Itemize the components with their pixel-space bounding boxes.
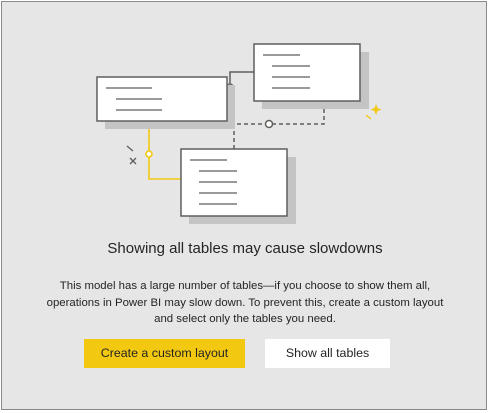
slowdown-warning-dialog: Showing all tables may cause slowdowns T…: [1, 1, 487, 410]
table-relationships-illustration: [96, 43, 382, 224]
table-card-2: [253, 43, 369, 109]
create-custom-layout-button[interactable]: Create a custom layout: [84, 339, 245, 368]
dialog-message-line: and select only the tables you need.: [154, 313, 336, 325]
connector-dashed: [233, 102, 325, 149]
dialog-title: Showing all tables may cause slowdowns: [107, 240, 383, 257]
dialog-message: This model has a large number of tables—…: [42, 278, 448, 328]
show-all-tables-button[interactable]: Show all tables: [265, 339, 390, 368]
connector-highlight: [148, 122, 181, 180]
dialog-message-line: This model has a large number of tables—…: [59, 280, 431, 292]
table-card-3: [180, 148, 296, 224]
connector-node-highlight: [145, 150, 153, 158]
table-card-1: [96, 76, 235, 129]
connector-node-dashed: [264, 119, 274, 129]
dialog-message-line: operations in Power BI may slow down. To…: [46, 296, 444, 309]
decor-marks-left: [126, 145, 137, 165]
